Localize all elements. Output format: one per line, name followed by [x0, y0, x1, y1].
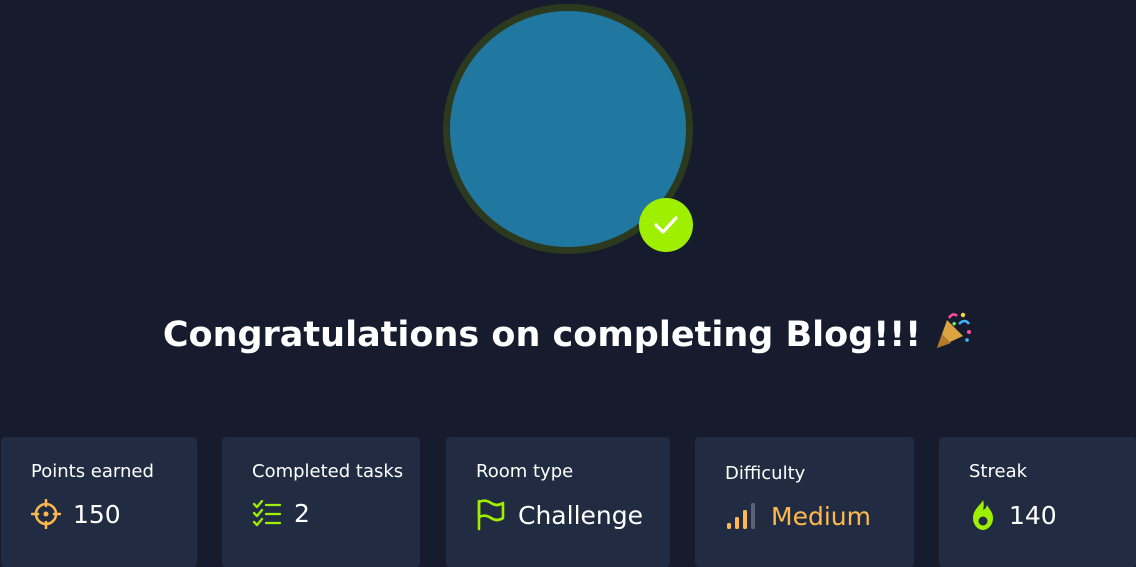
flame-icon: [969, 499, 997, 531]
stat-label: Room type: [476, 461, 574, 482]
stat-card-difficulty: Difficulty Medium: [695, 437, 914, 567]
flag-icon: [476, 499, 506, 531]
stat-label: Points earned: [31, 461, 154, 482]
stat-label: Streak: [969, 461, 1028, 482]
stat-card-streak: Streak 140: [939, 437, 1136, 567]
room-avatar: [443, 4, 693, 254]
stat-value: Challenge: [518, 500, 643, 530]
signal-bars-icon: [725, 501, 759, 531]
completion-title-text: Congratulations on completing Blog!!!: [162, 315, 922, 355]
stat-label: Difficulty: [725, 463, 806, 484]
checkmark-icon: [653, 215, 679, 235]
target-icon: [31, 499, 61, 529]
stat-card-points: Points earned 150: [1, 437, 197, 567]
stat-card-completed-tasks: Completed tasks 2: [222, 437, 420, 567]
stat-label: Completed tasks: [252, 461, 404, 482]
stat-card-room-type: Room type Challenge: [446, 437, 670, 567]
completion-title: Congratulations on completing Blog!!!: [0, 310, 1136, 359]
completed-badge: [639, 198, 693, 252]
stat-value: 150: [73, 499, 121, 529]
stat-value: 140: [1009, 500, 1057, 530]
task-list-icon: [252, 499, 282, 528]
party-popper-icon: [933, 310, 973, 359]
stat-value: Medium: [771, 501, 871, 531]
stat-value: 2: [294, 499, 310, 528]
